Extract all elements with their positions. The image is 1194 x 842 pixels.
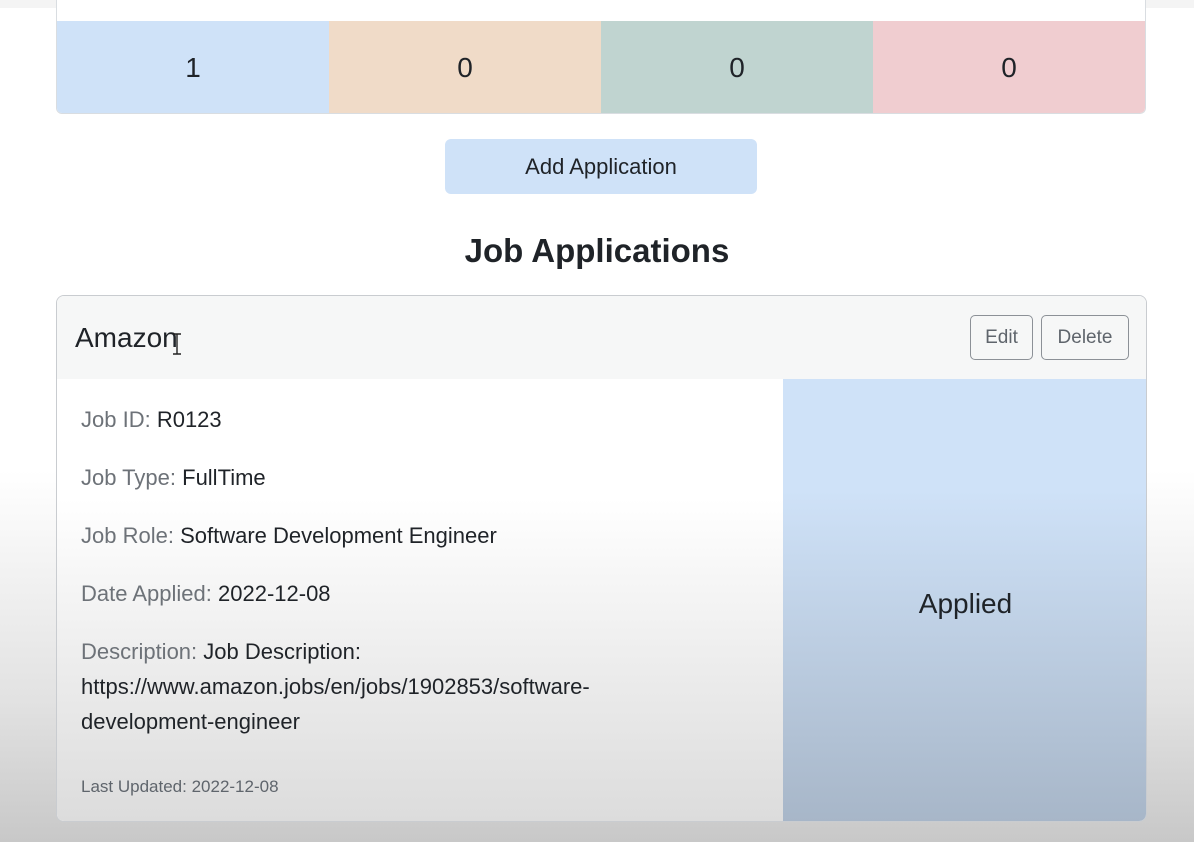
section-title: Job Applications xyxy=(464,232,730,269)
add-application-button[interactable]: Add Application xyxy=(445,139,757,194)
date-applied-field: Date Applied: 2022-12-08 xyxy=(81,576,331,611)
last-updated: Last Updated: 2022-12-08 xyxy=(81,777,279,796)
field-label: Job Type: xyxy=(81,465,176,490)
status-summary-card: 1 0 0 0 xyxy=(56,0,1146,114)
application-details: Job ID: R0123 Job Type: FullTime Job Rol… xyxy=(57,379,783,821)
field-label: Job ID: xyxy=(81,407,151,432)
delete-button[interactable]: Delete xyxy=(1041,315,1129,360)
application-card: Amazon Edit Delete Job ID: R0123 Job Typ… xyxy=(56,295,1147,822)
job-id-field: Job ID: R0123 xyxy=(81,402,222,437)
job-role-field: Job Role: Software Development Engineer xyxy=(81,518,497,553)
company-name: Amazon xyxy=(75,322,178,353)
card-header: Amazon Edit Delete xyxy=(57,296,1146,379)
job-type-field: Job Type: FullTime xyxy=(81,460,266,495)
edit-button[interactable]: Edit xyxy=(970,315,1033,360)
field-value: FullTime xyxy=(182,465,266,490)
field-value: 2022-12-08 xyxy=(218,581,331,606)
status-panel: Applied xyxy=(783,379,1146,821)
field-value: R0123 xyxy=(156,407,222,432)
field-label: Date Applied: xyxy=(81,581,212,606)
count-cell: 1 xyxy=(57,21,329,113)
field-label: Description: xyxy=(81,639,198,664)
status-label: Applied xyxy=(918,588,1013,619)
count-cell: 0 xyxy=(601,21,873,113)
status-counts-row: 1 0 0 0 xyxy=(57,21,1145,113)
field-value: Software Development Engineer xyxy=(180,523,497,548)
text-cursor-icon xyxy=(173,333,181,355)
count-cell: 0 xyxy=(329,21,601,113)
field-label: Job Role: xyxy=(81,523,174,548)
description-field: Description: Job Description: https://ww… xyxy=(81,634,681,739)
count-cell: 0 xyxy=(873,21,1145,113)
